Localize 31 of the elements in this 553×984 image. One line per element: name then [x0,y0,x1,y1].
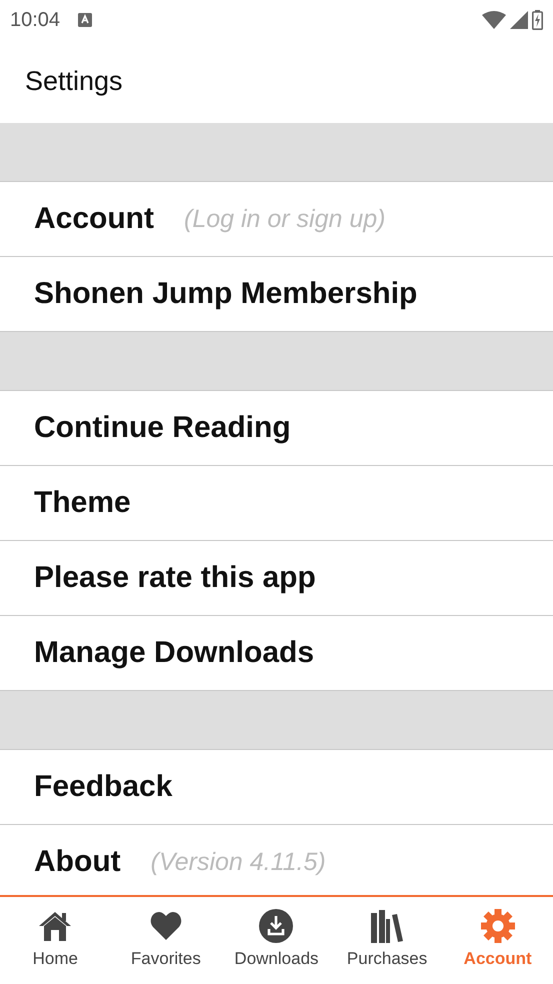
page-title: Settings [25,66,123,97]
item-hint: (Version 4.11.5) [150,848,326,876]
item-label: Theme [34,486,131,520]
item-hint: (Log in or sign up) [184,204,386,234]
item-label: About [34,845,121,879]
battery-charging-icon [532,10,543,30]
nav-tab[interactable]: Home [0,897,111,984]
settings-item[interactable]: Account (Log in or sign up) [0,182,553,257]
settings-item[interactable]: About (Version 4.11.5) [0,825,553,895]
heart-icon [150,909,182,943]
nav-tab[interactable]: Favorites [110,897,222,984]
nav-tab[interactable]: Purchases [332,897,442,984]
settings-item[interactable]: Please rate this app [0,541,553,616]
item-label: Manage Downloads [34,636,314,670]
home-icon [38,909,72,943]
item-label: Please rate this app [34,561,316,595]
settings-item[interactable]: Continue Reading [0,391,553,466]
item-label: Shonen Jump Membership [34,277,418,311]
status-time: 10:04 [10,8,60,32]
item-label: Account [34,202,154,236]
keyboard-notification-icon [78,13,92,27]
settings-item[interactable]: Theme [0,466,553,541]
settings-item[interactable]: Feedback [0,750,553,825]
download-icon [259,909,294,943]
settings-icon [480,909,515,943]
wifi-icon [482,11,506,29]
item-label: Feedback [34,770,172,804]
signal-icon [510,11,528,29]
nav-tab[interactable]: Downloads [221,897,332,984]
item-label: Continue Reading [34,411,291,445]
books-icon [370,909,404,943]
